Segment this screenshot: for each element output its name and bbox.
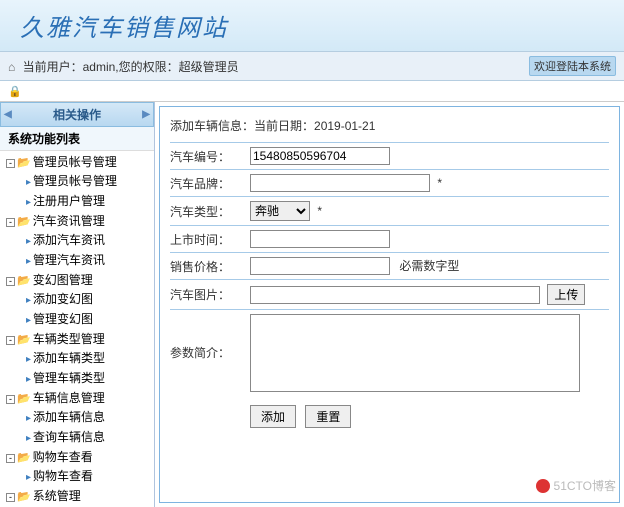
label-brand: 汽车品牌： [170, 175, 250, 192]
leaf-icon: ▸ [26, 256, 31, 267]
row-desc: 参数简介： [170, 309, 609, 399]
current-user: ⌂ 当前用户：admin,您的权限：超级管理员 [8, 58, 239, 75]
welcome-badge: 欢迎登陆本系统 [529, 56, 616, 76]
leaf-icon: ▸ [26, 295, 31, 306]
watermark-logo-icon [536, 479, 550, 493]
leaf-icon: ▸ [26, 472, 31, 483]
home-icon: ⌂ [8, 60, 15, 74]
site-header: 久雅汽车销售网站 [0, 0, 624, 51]
input-image[interactable] [250, 286, 540, 304]
tree-item[interactable]: ▸添加汽车资讯 [4, 231, 150, 251]
watermark: 51CTO博客 [536, 477, 616, 494]
collapse-icon[interactable]: - [6, 395, 15, 404]
tree-item[interactable]: ▸购物车查看 [4, 467, 150, 487]
input-date[interactable] [250, 230, 390, 248]
required-brand: * [437, 176, 442, 190]
leaf-icon: ▸ [26, 177, 31, 188]
tree-item[interactable]: ▸管理变幻图 [4, 310, 150, 330]
leaf-icon: ▸ [26, 315, 31, 326]
sidebar: ◀ 相关操作 ▶ 系统功能列表 -📂管理员帐号管理▸管理员帐号管理▸注册用户管理… [0, 102, 155, 507]
tree: -📂管理员帐号管理▸管理员帐号管理▸注册用户管理-📂汽车资讯管理▸添加汽车资讯▸… [0, 151, 154, 507]
hint-price: 必需数字型 [399, 259, 459, 273]
submit-button[interactable]: 添加 [250, 405, 296, 428]
collapse-icon[interactable]: - [6, 277, 15, 286]
leaf-icon: ▸ [26, 413, 31, 424]
tree-group[interactable]: -📂汽车资讯管理 [4, 212, 150, 231]
label-image: 汽车图片： [170, 286, 250, 303]
tree-item[interactable]: ▸添加车辆信息 [4, 408, 150, 428]
label-date: 上市时间： [170, 231, 250, 248]
row-brand: 汽车品牌： * [170, 169, 609, 196]
arrow-right-icon[interactable]: ▶ [142, 109, 150, 120]
label-price: 销售价格： [170, 258, 250, 275]
row-car-no: 汽车编号： [170, 142, 609, 169]
tree-group[interactable]: -📂购物车查看 [4, 448, 150, 467]
sidebar-title: ◀ 相关操作 ▶ [0, 102, 154, 127]
collapse-icon[interactable]: - [6, 218, 15, 227]
row-price: 销售价格： 必需数字型 [170, 252, 609, 279]
label-type: 汽车类型： [170, 203, 250, 220]
collapse-icon[interactable]: - [6, 336, 15, 345]
collapse-icon[interactable]: - [6, 493, 15, 502]
leaf-icon: ▸ [26, 433, 31, 444]
lock-icon: 🔒 [8, 86, 22, 98]
leaf-icon: ▸ [26, 197, 31, 208]
tree-group[interactable]: -📂车辆信息管理 [4, 389, 150, 408]
label-car-no: 汽车编号： [170, 148, 250, 165]
tree-item[interactable]: ▸添加变幻图 [4, 290, 150, 310]
input-car-no[interactable] [250, 147, 390, 165]
row-date: 上市时间： [170, 225, 609, 252]
content-panel: 添加车辆信息：当前日期：2019-01-21 汽车编号： 汽车品牌： * 汽车类… [159, 106, 620, 503]
button-row: 添加 重置 [170, 399, 609, 428]
leaf-icon: ▸ [26, 354, 31, 365]
tree-group[interactable]: -📂变幻图管理 [4, 271, 150, 290]
folder-icon: 📂 [17, 157, 31, 169]
form-title: 添加车辆信息：当前日期：2019-01-21 [170, 113, 609, 142]
tree-header: 系统功能列表 [0, 127, 154, 151]
collapse-icon[interactable]: - [6, 454, 15, 463]
content: 添加车辆信息：当前日期：2019-01-21 汽车编号： 汽车品牌： * 汽车类… [155, 102, 624, 507]
row-type: 汽车类型： 奔驰 * [170, 196, 609, 225]
row-image: 汽车图片： 上传 [170, 279, 609, 309]
tree-group[interactable]: -📂系统管理 [4, 487, 150, 506]
input-price[interactable] [250, 257, 390, 275]
tree-item[interactable]: ▸管理员帐号管理 [4, 172, 150, 192]
folder-icon: 📂 [17, 216, 31, 228]
reset-button[interactable]: 重置 [305, 405, 351, 428]
site-title: 久雅汽车销售网站 [20, 8, 604, 43]
leaf-icon: ▸ [26, 374, 31, 385]
tree-item[interactable]: ▸添加车辆类型 [4, 349, 150, 369]
label-desc: 参数简介： [170, 314, 250, 361]
tree-item[interactable]: ▸管理车辆类型 [4, 369, 150, 389]
arrow-left-icon[interactable]: ◀ [4, 109, 12, 120]
folder-icon: 📂 [17, 452, 31, 464]
textarea-desc[interactable] [250, 314, 580, 392]
input-brand[interactable] [250, 174, 430, 192]
folder-icon: 📂 [17, 334, 31, 346]
folder-icon: 📂 [17, 393, 31, 405]
folder-icon: 📂 [17, 491, 31, 503]
tree-item[interactable]: ▸管理汽车资讯 [4, 251, 150, 271]
folder-icon: 📂 [17, 275, 31, 287]
tree-group[interactable]: -📂管理员帐号管理 [4, 153, 150, 172]
user-bar: ⌂ 当前用户：admin,您的权限：超级管理员 欢迎登陆本系统 [0, 51, 624, 81]
collapse-icon[interactable]: - [6, 159, 15, 168]
select-type[interactable]: 奔驰 [250, 201, 310, 221]
leaf-icon: ▸ [26, 236, 31, 247]
tree-item[interactable]: ▸查询车辆信息 [4, 428, 150, 448]
required-type: * [317, 204, 322, 218]
main: ◀ 相关操作 ▶ 系统功能列表 -📂管理员帐号管理▸管理员帐号管理▸注册用户管理… [0, 102, 624, 507]
tree-group[interactable]: -📂车辆类型管理 [4, 330, 150, 349]
upload-button[interactable]: 上传 [547, 284, 585, 305]
tree-item[interactable]: ▸注册用户管理 [4, 192, 150, 212]
lock-row: 🔒 [0, 81, 624, 102]
